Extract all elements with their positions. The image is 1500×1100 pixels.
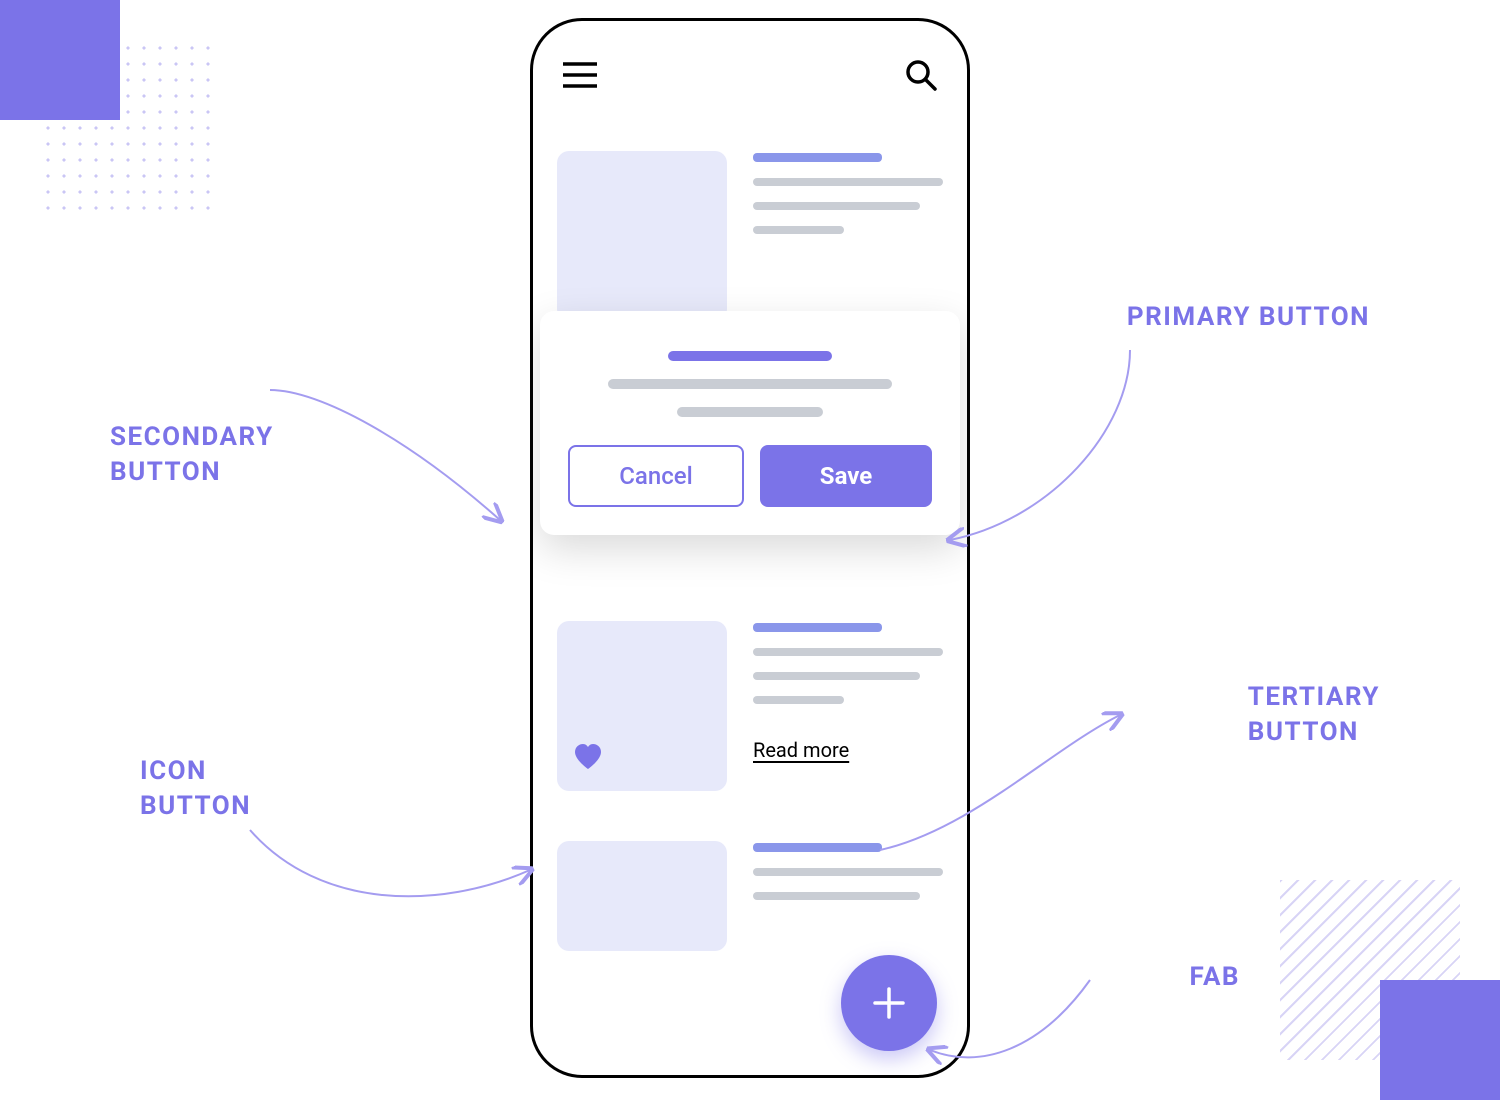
hamburger-icon[interactable] xyxy=(563,62,597,88)
search-icon[interactable] xyxy=(905,59,937,91)
text-placeholder xyxy=(753,151,943,321)
decoration-top-left xyxy=(0,0,200,200)
arrow-tertiary xyxy=(870,700,1130,860)
annotation-fab: FAB xyxy=(1190,960,1240,995)
annotation-primary: PRIMARY BUTTON xyxy=(1127,300,1370,335)
arrow-icon xyxy=(240,800,540,920)
phone-mockup: Read more Cancel Save xyxy=(530,18,970,1078)
arrow-fab xyxy=(920,970,1100,1080)
dialog-text-placeholder xyxy=(677,407,823,417)
arrow-secondary xyxy=(260,380,520,540)
list-item xyxy=(557,151,943,321)
dialog-title-placeholder xyxy=(668,351,832,361)
arrow-primary xyxy=(930,340,1150,560)
annotation-tertiary: TERTIARY BUTTON xyxy=(1248,680,1380,750)
plus-icon xyxy=(869,983,909,1023)
topbar xyxy=(557,49,943,111)
dialog-text-placeholder xyxy=(608,379,892,389)
thumbnail xyxy=(557,621,727,791)
dialog: Cancel Save xyxy=(540,311,960,535)
thumbnail xyxy=(557,151,727,321)
decoration-bottom-right xyxy=(1300,900,1500,1100)
cancel-button[interactable]: Cancel xyxy=(568,445,744,507)
save-button[interactable]: Save xyxy=(760,445,932,507)
thumbnail xyxy=(557,841,727,951)
heart-icon[interactable] xyxy=(573,743,603,775)
annotation-secondary: SECONDARY BUTTON xyxy=(110,420,274,490)
annotation-icon: ICON BUTTON xyxy=(140,754,251,824)
read-more-link[interactable]: Read more xyxy=(753,738,849,762)
